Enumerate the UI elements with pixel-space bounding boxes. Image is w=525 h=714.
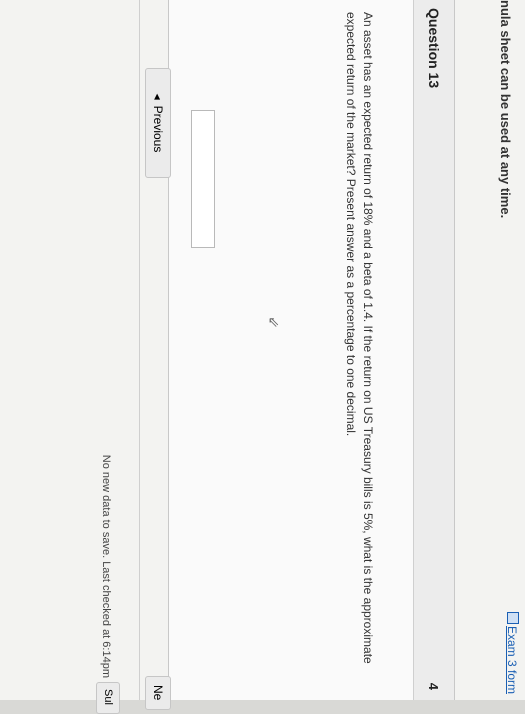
formula-sheet-notice: nula sheet can be used at any time.	[498, 0, 513, 219]
next-button-label: Ne	[151, 685, 165, 701]
question-card: Question 13 4 An asset has an expected r…	[168, 0, 455, 700]
save-status: No new data to save. Last checked at 6:1…	[100, 454, 112, 678]
question-title: Question 13	[426, 8, 442, 89]
previous-button[interactable]: ◂ Previous	[145, 68, 171, 178]
previous-button-label: Previous	[151, 105, 165, 153]
document-icon	[507, 611, 519, 624]
mouse-cursor-icon: ⇖	[267, 313, 280, 330]
chevron-left-icon: ◂	[151, 93, 165, 100]
divider	[139, 0, 140, 700]
question-points: 4	[426, 682, 442, 690]
submit-button[interactable]: Sul	[96, 682, 120, 714]
exam-form-link-label: Exam 3 form	[505, 625, 519, 694]
answer-input[interactable]	[191, 110, 215, 248]
next-button[interactable]: Ne	[145, 676, 171, 710]
answer-field-wrapper	[189, 110, 215, 250]
exam-form-link[interactable]: Exam 3 form	[505, 611, 519, 694]
exam-page: nula sheet can be used at any time. Exam…	[0, 0, 525, 714]
question-text: An asset has an expected return of 18% a…	[344, 12, 375, 664]
submit-button-label: Sul	[102, 689, 114, 705]
question-header: Question 13 4	[413, 0, 454, 700]
